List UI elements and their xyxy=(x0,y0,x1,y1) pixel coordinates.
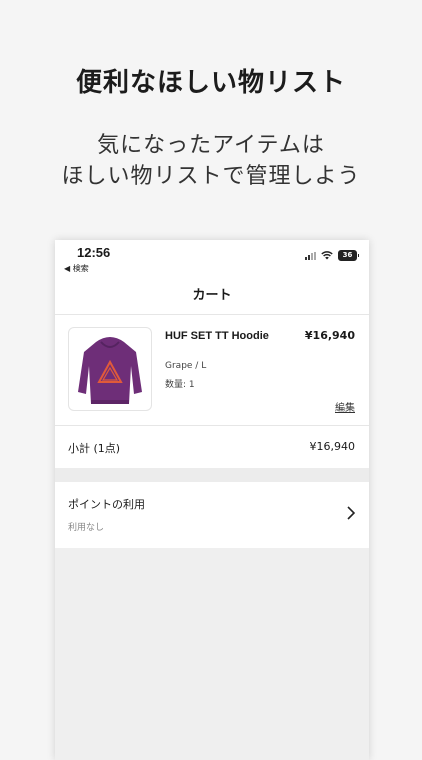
subtotal-value: ¥16,940 xyxy=(309,440,356,453)
cart-item: HUF SET TT Hoodie Grape / L 数量: 1 ¥16,94… xyxy=(55,315,369,426)
promo-subtitle-line2: ほしい物リストで管理しよう xyxy=(61,164,361,189)
battery-icon: 36 xyxy=(338,250,359,261)
hoodie-image[interactable] xyxy=(68,327,152,411)
product-name[interactable]: HUF SET TT Hoodie xyxy=(165,329,275,343)
promo-subtitle-line1: 気になったアイテムは xyxy=(97,133,325,158)
section-divider xyxy=(55,468,369,482)
status-icons: 36 xyxy=(305,250,359,261)
product-quantity: 数量: 1 xyxy=(165,380,195,390)
signal-icon xyxy=(305,251,316,260)
status-bar: 12:56 ◀ 検索 36 xyxy=(55,240,369,282)
points-usage-row[interactable]: ポイントの利用 利用なし xyxy=(55,482,369,548)
phone-screen: 12:56 ◀ 検索 36 カート HUF SET TT Hoodie Grap… xyxy=(55,240,369,760)
points-label: ポイントの利用 xyxy=(68,498,145,511)
points-value: 利用なし xyxy=(68,523,105,533)
status-time: 12:56 xyxy=(77,245,111,260)
chevron-right-icon xyxy=(347,506,355,520)
product-variant: Grape / L xyxy=(165,361,207,371)
product-price: ¥16,940 xyxy=(304,329,355,342)
subtotal-label: 小計 (1点) xyxy=(68,442,121,455)
back-to-search-link[interactable]: ◀ 検索 xyxy=(64,263,89,274)
subtotal-row: 小計 (1点) ¥16,940 xyxy=(55,426,369,468)
edit-link[interactable]: 編集 xyxy=(335,399,355,414)
wifi-icon xyxy=(321,251,333,260)
promo-title: 便利なほしい物リスト xyxy=(75,68,346,98)
nav-title: カート xyxy=(55,282,369,315)
